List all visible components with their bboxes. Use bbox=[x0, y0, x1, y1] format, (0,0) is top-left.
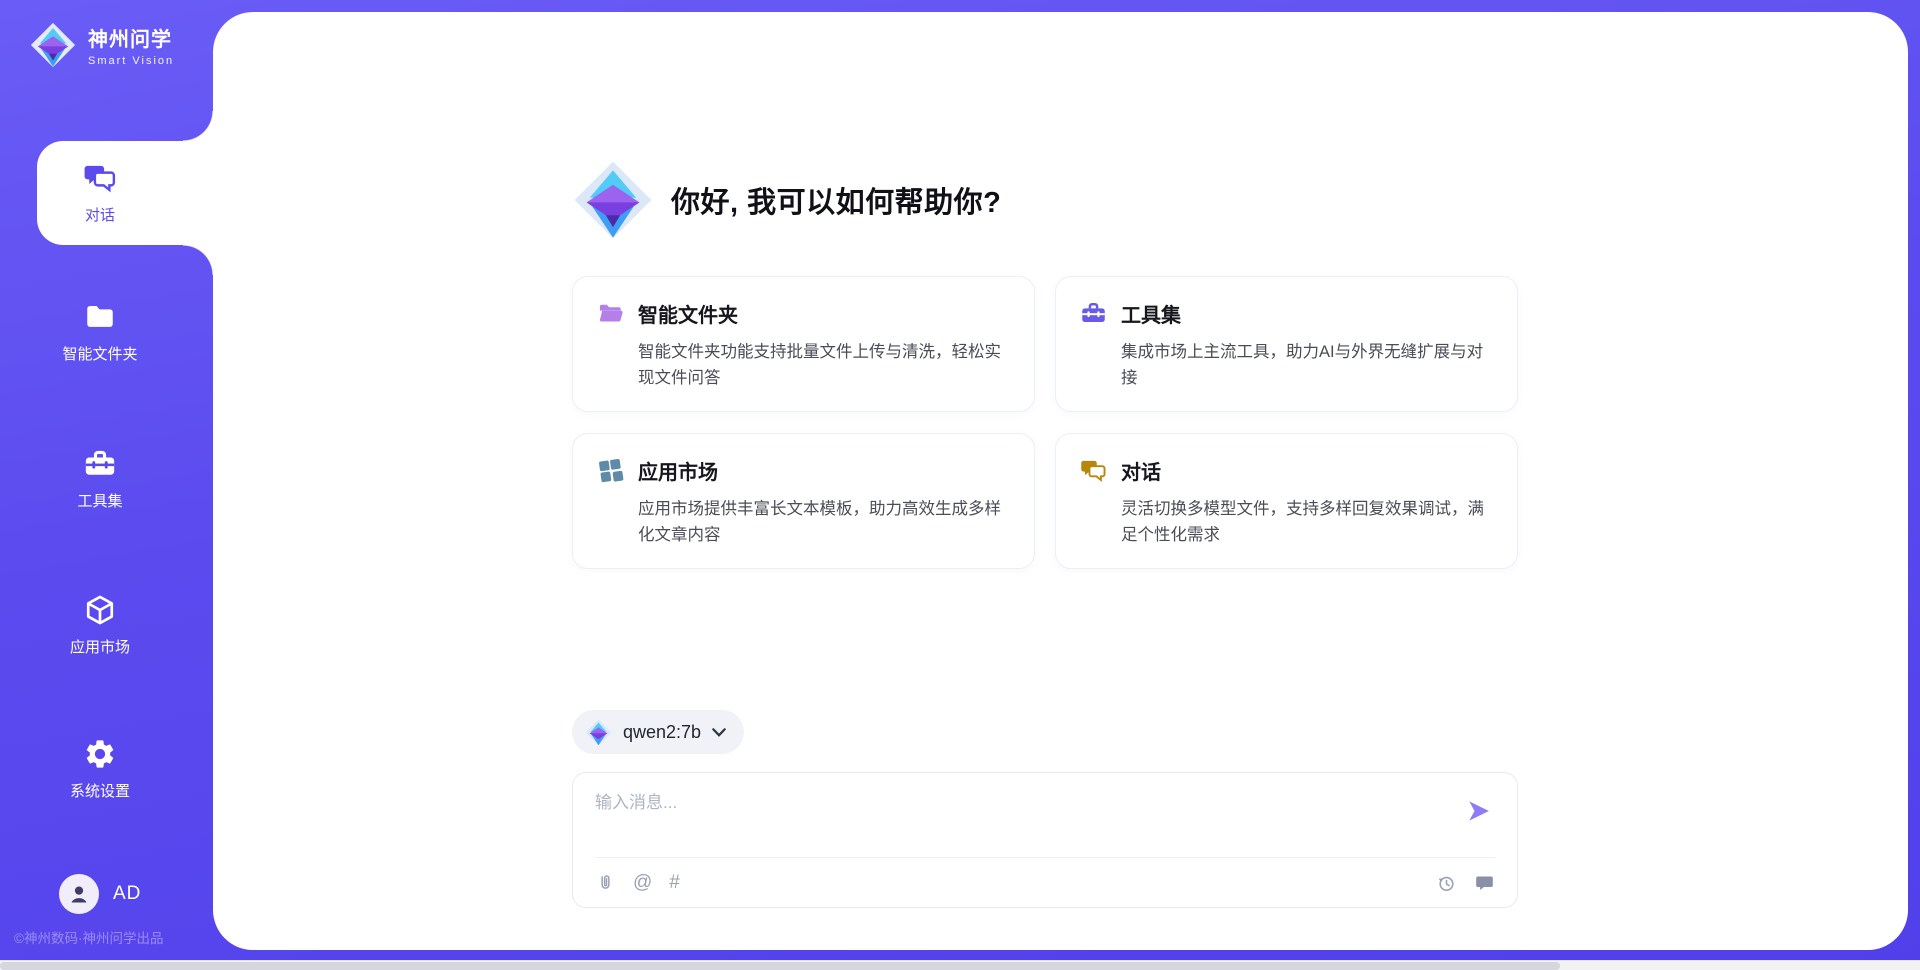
sidebar-item-label: 智能文件夹 bbox=[62, 343, 137, 364]
chevron-down-icon bbox=[712, 728, 726, 737]
hash-button[interactable]: # bbox=[669, 872, 680, 894]
history-icon bbox=[1436, 873, 1457, 894]
gear-icon bbox=[83, 737, 117, 771]
hash-icon: # bbox=[669, 872, 680, 894]
sidebar-item-label: 工具集 bbox=[77, 490, 122, 511]
card-description: 灵活切换多模型文件，支持多样回复效果调试，满足个性化需求 bbox=[1080, 496, 1493, 548]
chat-bubble-button[interactable] bbox=[1474, 873, 1495, 894]
diamond-logo-icon bbox=[573, 160, 653, 240]
diamond-logo-icon bbox=[585, 719, 612, 746]
sidebar-item-smart-folder[interactable]: 智能文件夹 bbox=[0, 300, 200, 364]
brand-title: 神州问学 bbox=[88, 23, 174, 52]
brand-logo[interactable]: 神州问学 Smart Vision bbox=[30, 22, 174, 68]
mention-button[interactable]: @ bbox=[633, 872, 652, 894]
horizontal-scrollbar bbox=[0, 960, 1920, 970]
person-icon bbox=[67, 882, 91, 906]
chat-bubble-icon bbox=[1474, 873, 1495, 894]
message-input[interactable] bbox=[595, 788, 1453, 846]
sidebar: 神州问学 Smart Vision 对话 智能文件夹 工具集 bbox=[0, 0, 213, 970]
sidebar-item-app-market[interactable]: 应用市场 bbox=[0, 593, 200, 657]
card-description: 应用市场提供丰富长文本模板，助力高效生成多样化文章内容 bbox=[597, 496, 1010, 548]
sidebar-item-label: 系统设置 bbox=[70, 780, 130, 801]
send-button[interactable] bbox=[1467, 799, 1491, 823]
attachment-button[interactable] bbox=[595, 873, 616, 894]
history-button[interactable] bbox=[1436, 873, 1457, 894]
card-app-market[interactable]: 应用市场 应用市场提供丰富长文本模板，助力高效生成多样化文章内容 bbox=[572, 433, 1035, 569]
mention-icon: @ bbox=[633, 872, 652, 894]
card-description: 智能文件夹功能支持批量文件上传与清洗，轻松实现文件问答 bbox=[597, 339, 1010, 391]
card-title: 工具集 bbox=[1121, 299, 1181, 328]
brand-subtitle: Smart Vision bbox=[88, 55, 174, 67]
model-name: qwen2:7b bbox=[623, 722, 701, 743]
card-title: 智能文件夹 bbox=[638, 299, 738, 328]
message-composer: @ # bbox=[572, 772, 1518, 908]
card-title: 对话 bbox=[1121, 456, 1161, 485]
feature-cards: 智能文件夹 智能文件夹功能支持批量文件上传与清洗，轻松实现文件问答 工具集 集成… bbox=[572, 276, 1518, 569]
card-description: 集成市场上主流工具，助力AI与外界无缝扩展与对接 bbox=[1080, 339, 1493, 391]
card-smart-folder[interactable]: 智能文件夹 智能文件夹功能支持批量文件上传与清洗，轻松实现文件问答 bbox=[572, 276, 1035, 412]
attachment-icon bbox=[595, 873, 616, 894]
sidebar-item-toolset[interactable]: 工具集 bbox=[0, 447, 200, 511]
card-title: 应用市场 bbox=[638, 456, 718, 485]
user-account[interactable]: AD bbox=[59, 874, 141, 914]
chat-bubbles-icon bbox=[83, 161, 117, 195]
avatar bbox=[59, 874, 99, 914]
diamond-logo-icon bbox=[30, 22, 76, 68]
send-arrow-icon bbox=[1467, 799, 1491, 823]
sidebar-item-chat[interactable]: 对话 bbox=[37, 141, 213, 245]
greeting-title: 你好, 我可以如何帮助你? bbox=[671, 179, 1001, 221]
model-selector[interactable]: qwen2:7b bbox=[572, 710, 744, 754]
toolbox-icon bbox=[83, 447, 117, 481]
app-grid-icon bbox=[597, 457, 624, 484]
main-panel: 你好, 我可以如何帮助你? 智能文件夹 智能文件夹功能支持批量文件上传与清洗，轻… bbox=[213, 12, 1908, 950]
folder-open-icon bbox=[597, 300, 624, 327]
sidebar-item-label: 对话 bbox=[85, 204, 115, 225]
card-toolset[interactable]: 工具集 集成市场上主流工具，助力AI与外界无缝扩展与对接 bbox=[1055, 276, 1518, 412]
chat-bubbles-icon bbox=[1080, 457, 1107, 484]
sidebar-item-label: 应用市场 bbox=[70, 636, 130, 657]
composer-toolbar: @ # bbox=[595, 872, 1495, 894]
scrollbar-thumb[interactable] bbox=[0, 962, 1560, 970]
sidebar-item-settings[interactable]: 系统设置 bbox=[0, 737, 200, 801]
composer-divider bbox=[595, 857, 1495, 858]
card-chat[interactable]: 对话 灵活切换多模型文件，支持多样回复效果调试，满足个性化需求 bbox=[1055, 433, 1518, 569]
greeting-block: 你好, 我可以如何帮助你? bbox=[573, 160, 1001, 240]
user-name: AD bbox=[113, 883, 141, 905]
copyright-text: ©神州数码·神州问学出品 bbox=[14, 927, 214, 947]
cube-icon bbox=[83, 593, 117, 627]
folder-icon bbox=[83, 300, 117, 334]
toolbox-icon bbox=[1080, 300, 1107, 327]
